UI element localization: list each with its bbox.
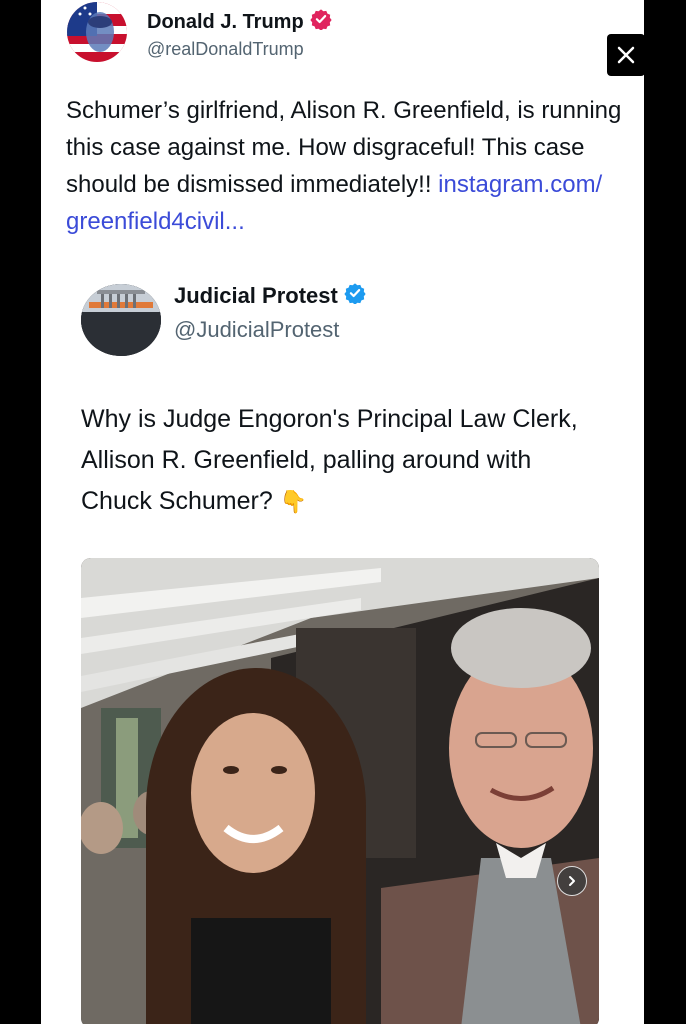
photo-image (81, 558, 599, 1024)
carousel-next-button[interactable] (557, 866, 587, 896)
verified-badge-icon (310, 8, 332, 36)
quoted-post-photo[interactable] (81, 558, 599, 1024)
quoted-author-avatar[interactable] (81, 284, 161, 356)
close-button[interactable] (607, 34, 645, 76)
author-avatar[interactable] (67, 2, 127, 62)
quoted-author-handle[interactable]: @JudicialProtest (174, 317, 339, 343)
post-card: Donald J. Trump @realDonaldTrump Schumer… (41, 0, 644, 1024)
quoted-post-body: Why is Judge Engoron's Principal Law Cle… (81, 405, 578, 515)
chevron-right-icon (569, 876, 575, 886)
close-icon (617, 46, 635, 64)
author-name[interactable]: Donald J. Trump (147, 8, 332, 36)
author-name-text: Donald J. Trump (147, 10, 304, 33)
pointing-down-emoji: 👇 (279, 489, 308, 514)
verified-badge-icon (344, 282, 366, 310)
quoted-author-name-text: Judicial Protest (174, 283, 338, 308)
author-handle[interactable]: @realDonaldTrump (147, 39, 304, 60)
quoted-author-name[interactable]: Judicial Protest (174, 282, 366, 310)
quoted-post-text: Why is Judge Engoron's Principal Law Cle… (81, 399, 601, 522)
post-text: Schumer’s girlfriend, Alison R. Greenfie… (66, 92, 626, 240)
quoted-post[interactable]: Judicial Protest @JudicialProtest Why is… (79, 282, 609, 1024)
